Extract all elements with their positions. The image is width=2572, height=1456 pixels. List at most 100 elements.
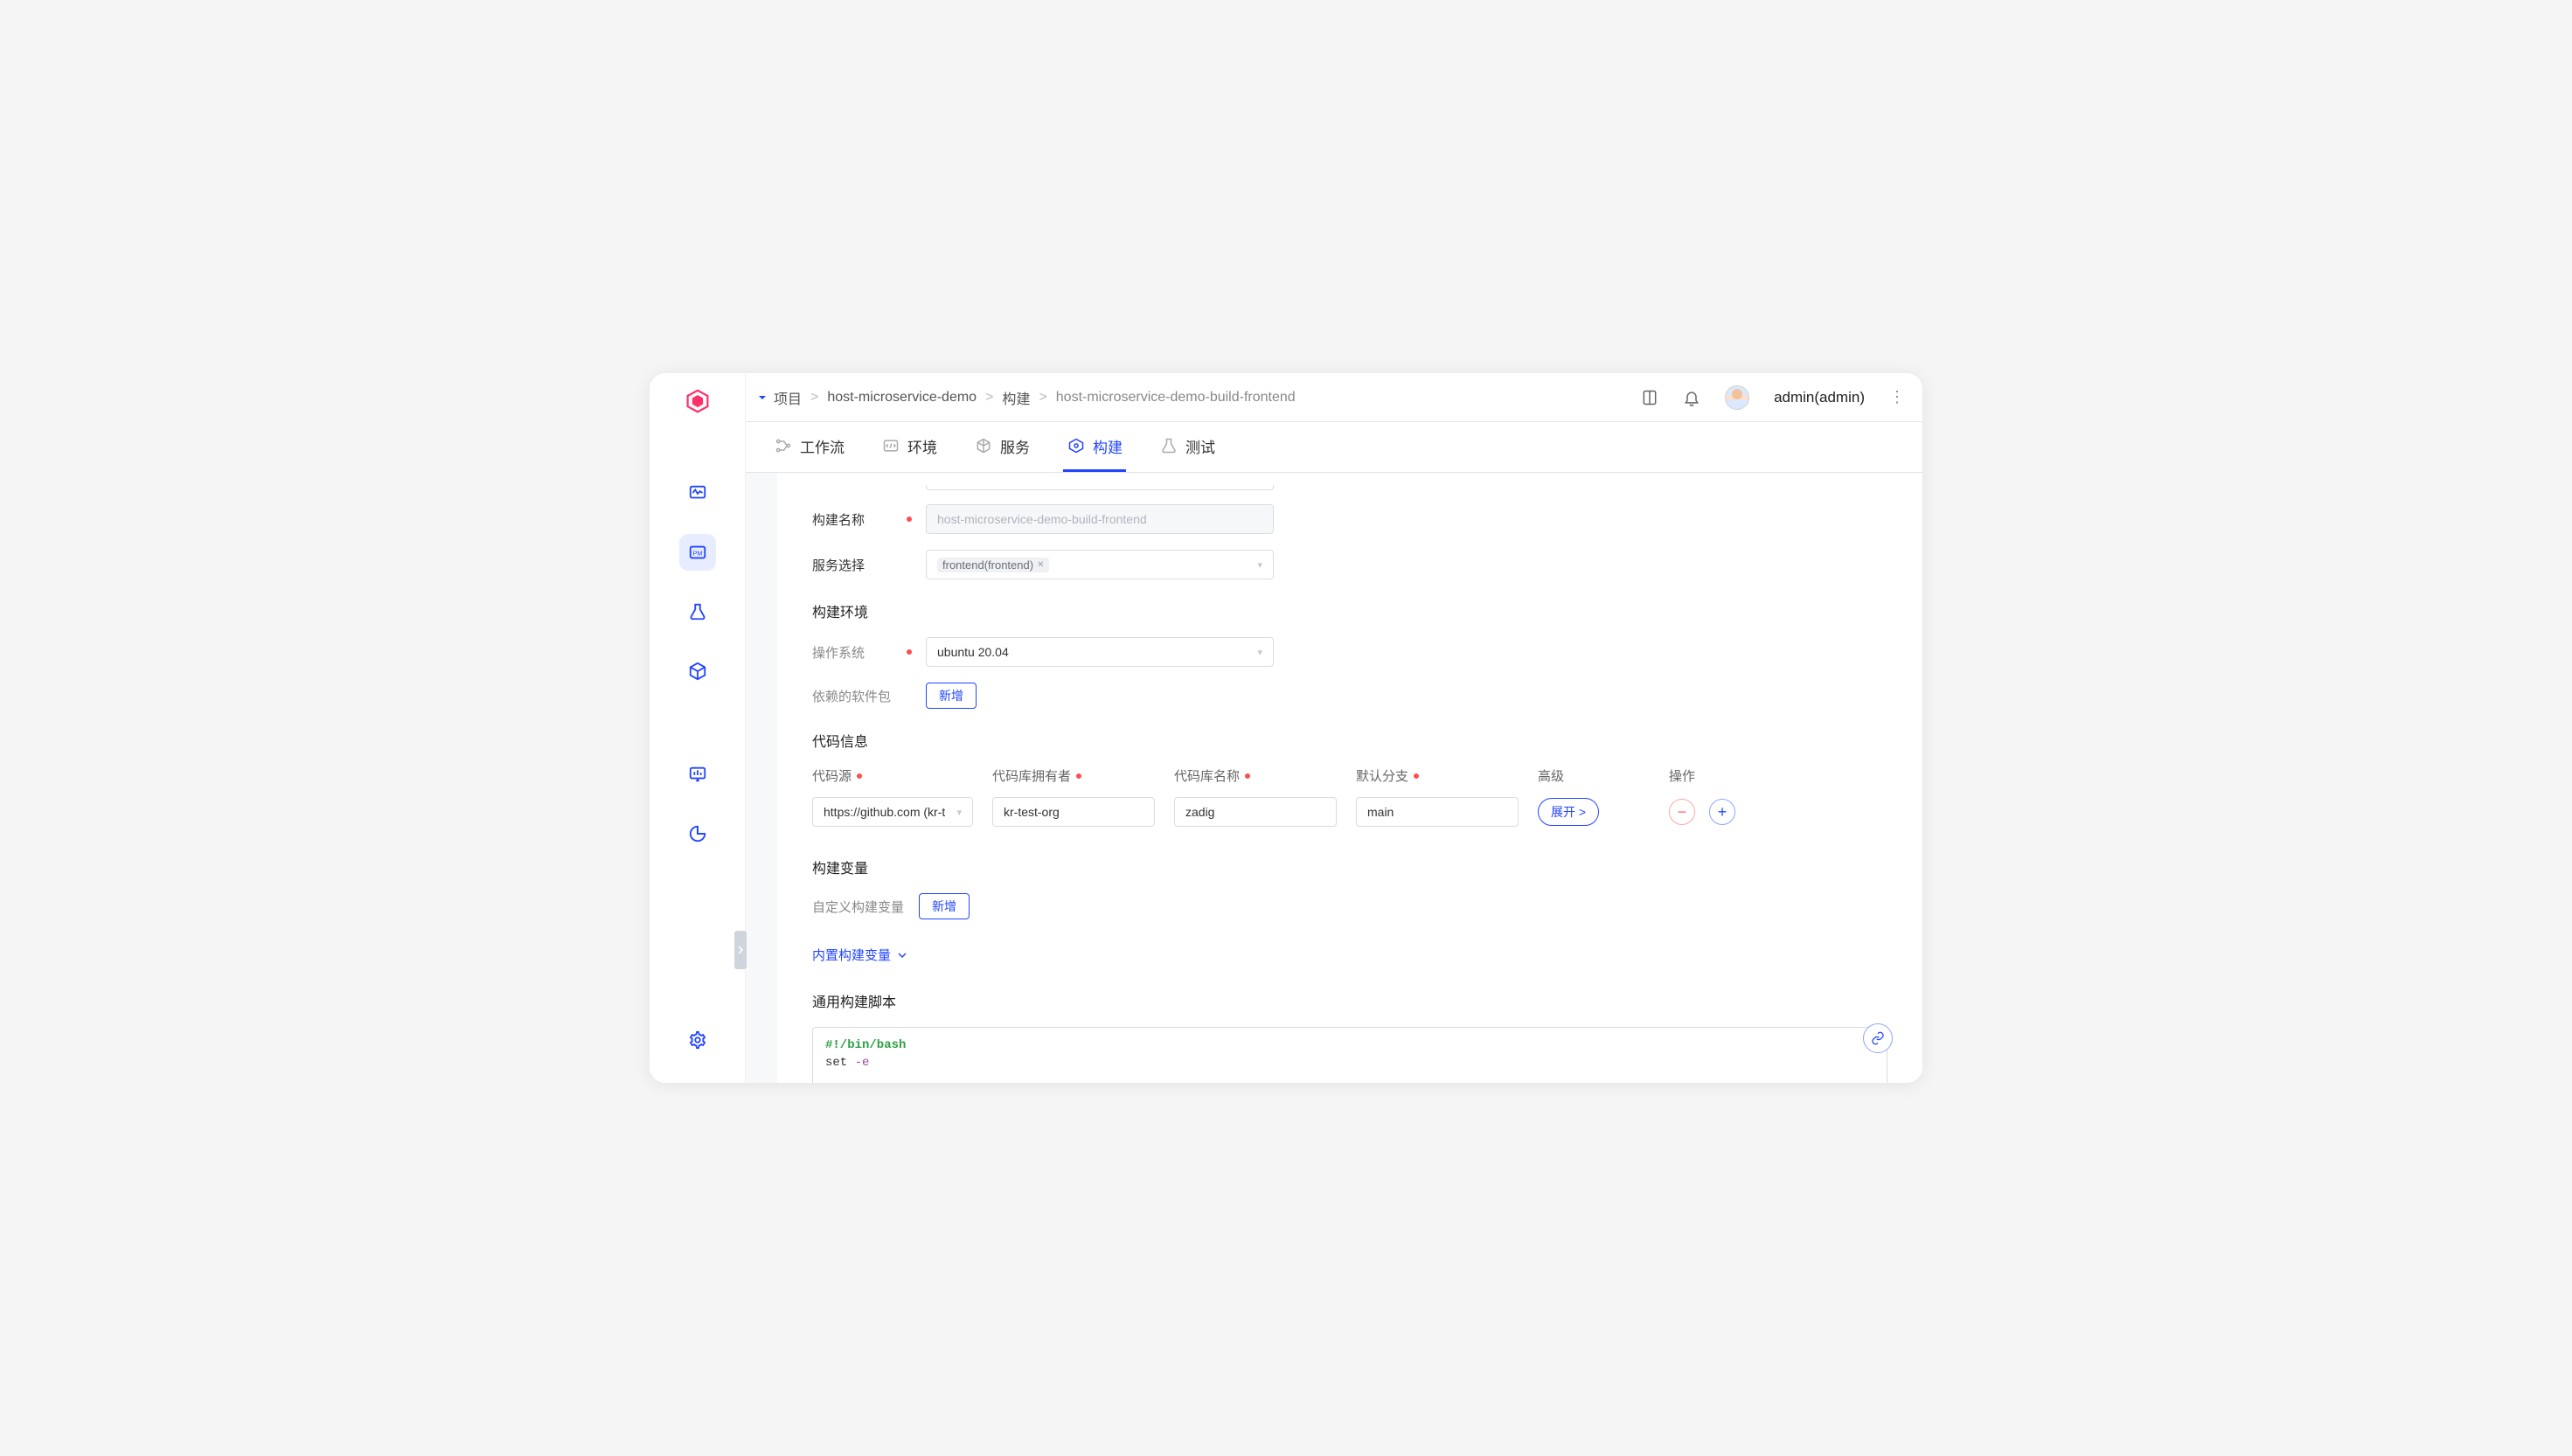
row-os: 操作系统 ubuntu 20.04 ▾ — [812, 637, 1887, 667]
tab-label: 构建 — [1093, 435, 1123, 457]
label-os: 操作系统 — [812, 643, 907, 662]
col-source: 代码源 — [812, 766, 973, 785]
expand-button[interactable]: 展开 > — [1538, 798, 1599, 826]
col-label: 默认分支 — [1356, 766, 1408, 785]
label-custom-vars: 自定义构建变量 — [812, 898, 919, 916]
input-code-owner[interactable]: kr-test-org — [992, 797, 1155, 827]
breadcrumb-root[interactable]: 项目 — [774, 387, 802, 408]
chevron-down-icon: ▾ — [1257, 647, 1262, 658]
service-icon — [974, 436, 993, 455]
logo — [685, 389, 710, 413]
input-value: kr-test-org — [1004, 805, 1060, 819]
script-editor[interactable]: #!/bin/bash set -e cd zadig/examples/mic… — [812, 1027, 1887, 1083]
tab-test[interactable]: 测试 — [1156, 422, 1219, 472]
input-value: main — [1367, 805, 1394, 819]
add-custom-var-button[interactable]: 新增 — [919, 893, 970, 919]
col-repo: 代码库名称 — [1174, 766, 1337, 785]
left-sidebar: PM — [650, 373, 746, 1083]
add-dependency-button[interactable]: 新增 — [926, 683, 977, 709]
code-line — [825, 1072, 1874, 1083]
chevron-down-icon — [898, 951, 907, 960]
section-code: 代码信息 — [812, 730, 1887, 751]
breadcrumb-current: host-microservice-demo-build-frontend — [1056, 390, 1296, 406]
input-code-branch[interactable]: main — [1356, 797, 1519, 827]
input-build-name: host-microservice-demo-build-frontend — [926, 504, 1274, 534]
input-code-repo[interactable]: zadig — [1174, 797, 1337, 827]
breadcrumb-project[interactable]: host-microservice-demo — [827, 390, 977, 406]
project-tabs: 工作流 环境 服务 构建 测试 — [746, 422, 1922, 473]
col-label: 操作 — [1669, 766, 1695, 785]
select-os[interactable]: ubuntu 20.04 ▾ — [926, 637, 1274, 667]
tag-remove-icon[interactable]: ✕ — [1037, 560, 1044, 570]
more-menu-icon[interactable]: ⋮ — [1889, 388, 1905, 406]
nav-package-icon[interactable] — [679, 653, 716, 690]
required-dot — [1076, 773, 1081, 779]
nav-settings-icon[interactable] — [679, 1022, 716, 1058]
topbar: 项目 > host-microservice-demo > 构建 > host-… — [746, 373, 1922, 422]
breadcrumb-sep: > — [810, 390, 818, 406]
nav-project-icon[interactable]: PM — [679, 534, 716, 571]
add-row-button[interactable]: + — [1709, 799, 1735, 825]
select-code-source[interactable]: https://github.com (kr-t ▾ — [812, 797, 973, 827]
tab-service[interactable]: 服务 — [970, 422, 1033, 472]
section-vars: 构建变量 — [812, 856, 1887, 877]
code-line: #!/bin/bash — [825, 1037, 1874, 1054]
row-build-name: 构建名称 host-microservice-demo-build-fronte… — [812, 504, 1887, 534]
tab-env[interactable]: 环境 — [878, 422, 941, 472]
select-service[interactable]: frontend(frontend) ✕ ▾ — [926, 550, 1274, 579]
tab-label: 工作流 — [800, 435, 845, 457]
test-icon — [1159, 436, 1178, 455]
tab-label: 测试 — [1185, 435, 1215, 457]
section-script: 通用构建脚本 — [812, 990, 1887, 1011]
build-icon — [1067, 436, 1086, 455]
content-scroll[interactable]: 构建名称 host-microservice-demo-build-fronte… — [746, 473, 1922, 1083]
label-service: 服务选择 — [812, 556, 907, 574]
breadcrumb-sep: > — [1039, 390, 1046, 406]
tab-build[interactable]: 构建 — [1063, 422, 1126, 472]
nav-stats-icon[interactable] — [679, 756, 716, 793]
tab-label: 服务 — [1000, 435, 1030, 457]
col-branch: 默认分支 — [1356, 766, 1519, 785]
docs-icon[interactable] — [1641, 389, 1658, 406]
col-advanced: 高级 — [1538, 766, 1601, 785]
service-tag[interactable]: frontend(frontend) ✕ — [937, 558, 1049, 572]
user-label[interactable]: admin(admin) — [1774, 389, 1865, 406]
input-value: zadig — [1185, 805, 1214, 819]
main-column: 项目 > host-microservice-demo > 构建 > host-… — [746, 373, 1922, 1083]
nav-lab-icon[interactable] — [679, 593, 716, 630]
breadcrumb-caret-icon[interactable] — [751, 392, 774, 403]
required-dot — [907, 517, 912, 522]
select-value: ubuntu 20.04 — [937, 645, 1009, 659]
cell-ops: − + — [1669, 799, 1756, 825]
col-ops: 操作 — [1669, 766, 1756, 785]
link-text: 内置构建变量 — [812, 946, 891, 964]
col-label: 高级 — [1538, 766, 1564, 785]
sidebar-group-secondary — [679, 756, 716, 852]
select-value: https://github.com (kr-t — [824, 805, 945, 819]
code-lines: #!/bin/bash set -e cd zadig/examples/mic… — [825, 1037, 1874, 1083]
code-line: set -e — [825, 1054, 1874, 1071]
builtin-vars-toggle[interactable]: 内置构建变量 — [812, 946, 907, 964]
sidebar-collapse-handle[interactable] — [734, 931, 747, 969]
required-dot — [907, 649, 912, 655]
svg-text:PM: PM — [692, 550, 702, 558]
breadcrumb-section[interactable]: 构建 — [1002, 387, 1030, 408]
workflow-icon — [774, 436, 793, 455]
prev-field-peek — [926, 485, 1274, 490]
code-row: https://github.com (kr-t ▾ kr-test-org z… — [812, 797, 1887, 827]
nav-monitor-icon[interactable] — [679, 475, 716, 511]
avatar[interactable] — [1725, 385, 1749, 410]
nav-pie-icon[interactable] — [679, 815, 716, 852]
app-frame: PM — [650, 373, 1922, 1083]
cell-advanced: 展开 > — [1538, 798, 1601, 826]
tag-text: frontend(frontend) — [942, 558, 1033, 572]
label-build-name: 构建名称 — [812, 510, 907, 529]
tab-workflow[interactable]: 工作流 — [770, 422, 848, 472]
remove-row-button[interactable]: − — [1669, 799, 1695, 825]
col-owner: 代码库拥有者 — [992, 766, 1155, 785]
breadcrumb: 项目 > host-microservice-demo > 构建 > host-… — [774, 387, 1296, 408]
tab-label: 环境 — [907, 435, 937, 457]
chevron-down-icon: ▾ — [1257, 559, 1262, 571]
content-panel: 构建名称 host-microservice-demo-build-fronte… — [777, 473, 1922, 1083]
bell-icon[interactable] — [1683, 389, 1700, 406]
